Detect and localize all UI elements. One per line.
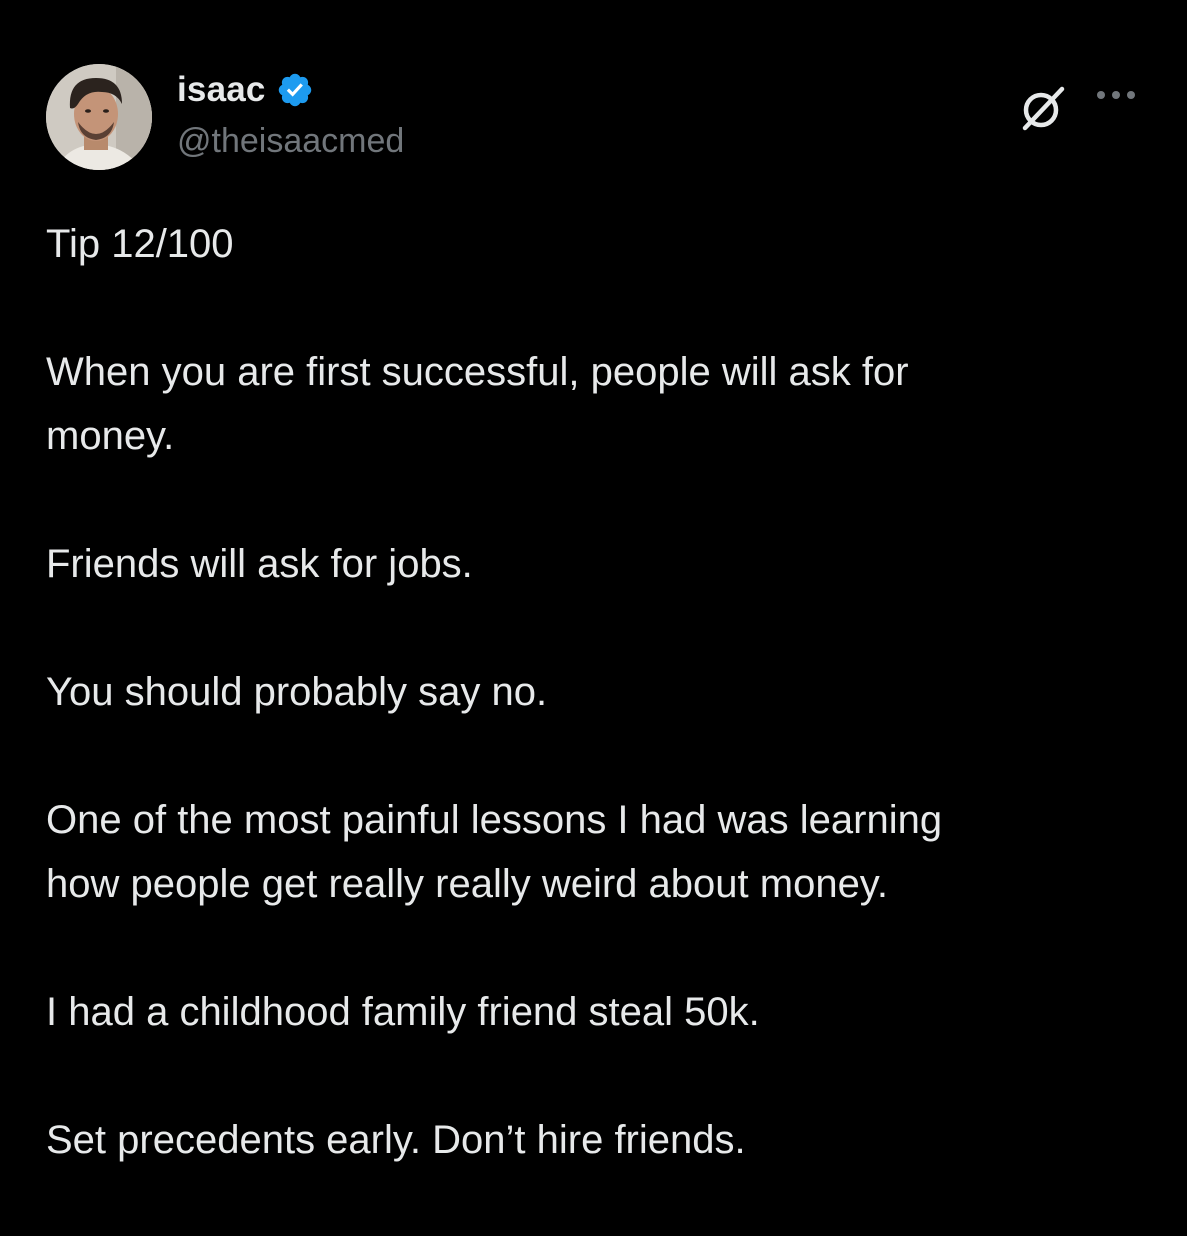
post-paragraph: When you are first successful, people wi… [46,350,909,458]
post-paragraph: You should probably say no. [46,670,548,714]
display-name[interactable]: isaac [177,70,266,110]
post-paragraph: One of the most painful lessons I had wa… [46,798,943,906]
handle[interactable]: @theisaacmed [177,122,404,161]
avatar[interactable] [46,64,152,170]
more-dots-icon[interactable] [1094,88,1138,102]
verified-badge-icon [276,71,314,109]
post: isaac @theisaacmed Tip 12/100 When you a… [0,0,1187,1200]
author-block: isaac @theisaacmed [177,68,404,161]
grok-icon[interactable] [1016,79,1072,135]
name-row: isaac [177,68,404,112]
post-header: isaac @theisaacmed [46,64,1146,172]
post-paragraph: Tip 12/100 [46,222,234,266]
post-text: Tip 12/100 When you are first successful… [46,212,1146,1236]
post-paragraph: Friends will ask for jobs. [46,542,473,586]
post-paragraph: I had a childhood family friend steal 50… [46,990,760,1034]
post-paragraph: Set precedents early. Don’t hire friends… [46,1118,746,1162]
